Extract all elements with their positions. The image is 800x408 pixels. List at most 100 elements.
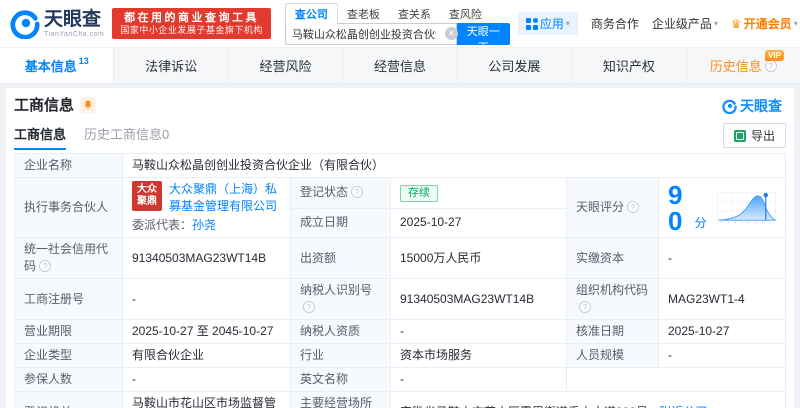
- tab-operation-info[interactable]: 经营信息: [343, 48, 457, 83]
- field-label: 参保人数: [15, 368, 123, 392]
- tab-label: 公司发展: [488, 56, 540, 75]
- search-tab-risk[interactable]: 查风险: [440, 4, 491, 24]
- table-row: 企业名称 马鞍山众松晶创创业投资合伙企业（有限合伙）: [15, 154, 786, 178]
- tianyancha-watermark: 天眼查: [722, 96, 782, 116]
- section-title: 工商信息: [14, 94, 74, 115]
- tianyancha-logo[interactable]: 天眼查 TianYanCha.com: [10, 9, 104, 39]
- subscribe-bell-button[interactable]: [80, 97, 96, 113]
- field-label: 实缴资本: [567, 238, 659, 279]
- chevron-down-icon: ▾: [794, 19, 798, 28]
- field-label: 登记机关: [15, 392, 123, 408]
- field-label: 执行事务合伙人: [15, 178, 123, 238]
- field-label: 组织机构代码?: [567, 279, 659, 320]
- nav-business-cooperation[interactable]: 商务合作: [591, 15, 639, 32]
- logo-title: 天眼查: [44, 10, 104, 29]
- field-label: 人员规模: [567, 344, 659, 368]
- nav-enterprise-products[interactable]: 企业级产品 ▾: [652, 15, 718, 32]
- field-label: 核准日期: [567, 320, 659, 344]
- taxpayer-id-value: 91340503MAG23WT14B: [391, 279, 567, 320]
- apps-label: 应用: [540, 15, 564, 32]
- industry-value: 资本市场服务: [391, 344, 567, 368]
- subtab-history-business-info[interactable]: 历史工商信息0: [84, 124, 169, 150]
- bell-icon: [83, 99, 93, 110]
- delegate-link[interactable]: 孙尧: [192, 218, 216, 232]
- field-label: 纳税人识别号?: [291, 279, 391, 320]
- field-label: 企业名称: [15, 154, 123, 178]
- table-row: 营业期限 2025-10-27 至 2045-10-27 纳税人资质 - 核准日…: [15, 320, 786, 344]
- tab-intellectual-property[interactable]: 知识产权: [572, 48, 686, 83]
- clear-search-icon[interactable]: ✕: [445, 27, 458, 40]
- credit-code-value: 91340503MAG23WT14B: [123, 238, 291, 279]
- search-module: 查公司 查老板 查关系 查风险 ✕ 天眼一下: [285, 3, 510, 45]
- field-label: 工商注册号: [15, 279, 123, 320]
- org-code-label: 组织机构代码: [576, 283, 648, 297]
- vip-label: 开通会员: [744, 15, 792, 32]
- establish-date-value: 2025-10-27: [391, 208, 567, 237]
- table-row: 工商注册号 - 纳税人识别号? 91340503MAG23WT14B 组织机构代…: [15, 279, 786, 320]
- table-row: 统一社会信用代码? 91340503MAG23WT14B 出资额 15000万人…: [15, 238, 786, 279]
- tianyan-score-cell[interactable]: 90 分: [668, 182, 776, 234]
- score-unit: 分: [695, 215, 707, 232]
- search-tab-relation[interactable]: 查关系: [389, 4, 440, 24]
- field-label: 纳税人资质: [291, 320, 391, 344]
- org-code-value: MAG23WT1-4: [659, 279, 786, 320]
- enterprise-label: 企业级产品: [652, 15, 712, 32]
- tianyancha-logo-icon: [722, 99, 737, 114]
- nav-open-vip[interactable]: ♛ 开通会员 ▾: [731, 15, 798, 32]
- company-name-value: 马鞍山众松晶创创业投资合伙企业（有限合伙）: [123, 154, 786, 178]
- table-row: 执行事务合伙人 大众 聚鼎 大众聚鼎（上海）私募基金管理有限公司 委派代表：孙尧…: [15, 178, 786, 209]
- executive-partner-cell: 大众 聚鼎 大众聚鼎（上海）私募基金管理有限公司: [132, 181, 281, 215]
- empty-cell: [567, 368, 786, 392]
- taxpayer-qualification-value: -: [391, 320, 567, 344]
- header-nav: 应用 ▾ 商务合作 企业级产品 ▾ ♛ 开通会员 ▾ 费米 ▾: [518, 12, 800, 35]
- field-label: 主要经营场所?: [291, 392, 391, 408]
- capital-value: 15000万人民币: [391, 238, 567, 279]
- export-label: 导出: [751, 127, 775, 144]
- info-icon[interactable]: ?: [579, 301, 591, 313]
- nearby-companies-link[interactable]: 附近公司: [659, 405, 707, 408]
- table-row: 参保人数 - 英文名称 -: [15, 368, 786, 392]
- tab-history-info[interactable]: 历史信息 ? VIP: [687, 48, 800, 83]
- partner-logo-line2: 聚鼎: [137, 196, 157, 209]
- apps-menu[interactable]: 应用 ▾: [518, 12, 578, 35]
- partner-company-link[interactable]: 大众聚鼎（上海）私募基金管理有限公司: [169, 181, 281, 215]
- watermark-text: 天眼查: [740, 96, 782, 116]
- score-value: 90: [668, 182, 691, 234]
- subtab-business-info[interactable]: 工商信息: [14, 124, 66, 150]
- tab-label: 法律诉讼: [145, 56, 197, 75]
- tab-company-development[interactable]: 公司发展: [458, 48, 572, 83]
- info-icon[interactable]: ?: [39, 260, 51, 272]
- info-icon[interactable]: ?: [627, 201, 639, 213]
- score-chart: [717, 186, 776, 230]
- partner-logo[interactable]: 大众 聚鼎: [132, 181, 162, 211]
- search-tabs: 查公司 查老板 查关系 查风险: [285, 3, 510, 24]
- info-icon[interactable]: ?: [351, 186, 363, 198]
- tab-label: 知识产权: [603, 56, 655, 75]
- tab-basic-info[interactable]: 基本信息 13: [0, 48, 114, 83]
- vip-badge: VIP: [765, 50, 784, 61]
- field-label: 出资额: [291, 238, 391, 279]
- export-button[interactable]: 导出: [723, 123, 786, 148]
- company-type-value: 有限合伙企业: [123, 344, 291, 368]
- table-row: 企业类型 有限合伙企业 行业 资本市场服务 人员规模 -: [15, 344, 786, 368]
- address-cell: 安徽省马鞍山市花山区霍里街道秀山大道999号 附近公司: [391, 392, 786, 408]
- info-icon[interactable]: ?: [765, 60, 777, 72]
- search-tab-boss[interactable]: 查老板: [338, 4, 389, 24]
- top-header: 天眼查 TianYanCha.com 都在用的商业查询工具 国家中小企业发展子基…: [0, 0, 800, 48]
- english-name-value: -: [391, 368, 567, 392]
- tab-operation-risk[interactable]: 经营风险: [229, 48, 343, 83]
- field-label: 天眼评分?: [567, 178, 659, 238]
- field-label: 登记状态?: [291, 178, 391, 209]
- search-input[interactable]: [285, 23, 457, 45]
- search-tab-company[interactable]: 查公司: [285, 3, 338, 24]
- business-term-value: 2025-10-27 至 2045-10-27: [123, 320, 291, 344]
- tab-legal-litigation[interactable]: 法律诉讼: [114, 48, 228, 83]
- tab-label: 基本信息: [25, 56, 77, 75]
- search-button[interactable]: 天眼一下: [457, 23, 510, 45]
- address-value: 安徽省马鞍山市花山区霍里街道秀山大道999号: [400, 405, 648, 408]
- info-icon[interactable]: ?: [303, 301, 315, 313]
- taxpayer-id-label: 纳税人识别号: [300, 283, 372, 297]
- status-badge: 存续: [400, 185, 438, 202]
- insured-count-value: -: [123, 368, 291, 392]
- promo-line2: 国家中小企业发展子基金旗下机构: [120, 25, 263, 37]
